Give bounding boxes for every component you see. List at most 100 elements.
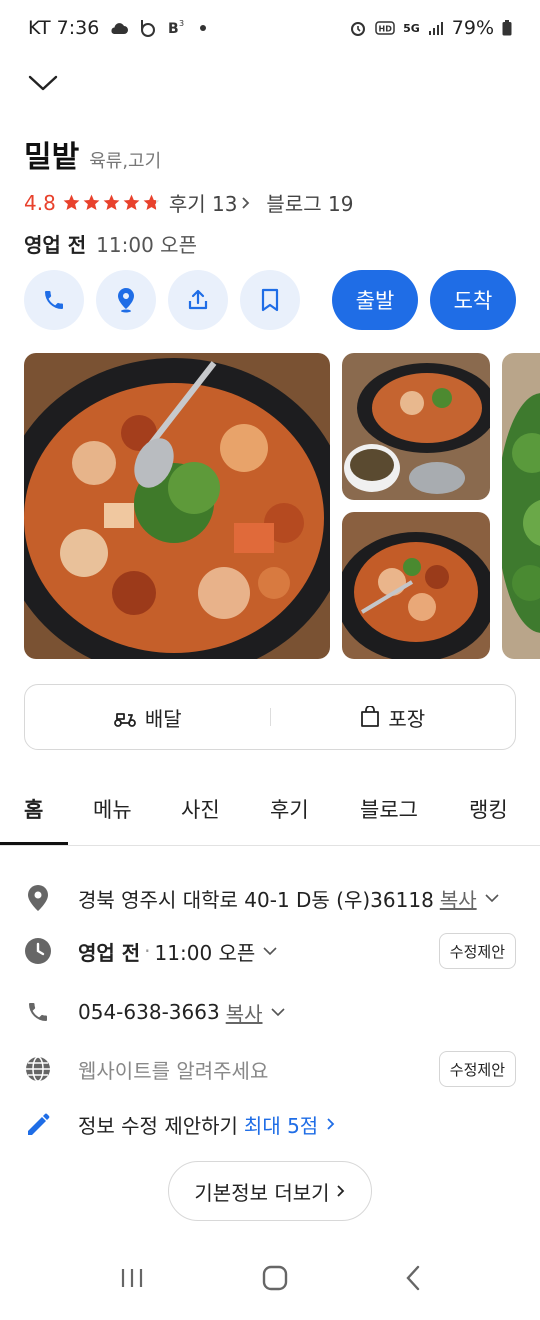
delivery-button[interactable]: 배달 (25, 703, 270, 732)
cloud-icon (109, 21, 129, 35)
signal-icon (428, 20, 444, 36)
network-5g-icon: 5G (403, 21, 420, 35)
bookmark-icon (261, 288, 279, 312)
tab-menu[interactable]: 메뉴 (93, 794, 132, 824)
tab-active-indicator (0, 842, 68, 845)
hd-icon: HD (375, 20, 395, 36)
hours-expand-button[interactable] (263, 946, 277, 956)
hours-info-status: 영업 전 (78, 940, 141, 965)
rating-row: 4.8 후기 13 블로그 19 (24, 188, 516, 217)
chevron-down-icon (28, 74, 58, 96)
photo-thumb-1[interactable] (342, 353, 490, 500)
notification-dot-icon (199, 24, 207, 32)
shopping-bag-icon (361, 706, 380, 727)
svg-text:3: 3 (179, 19, 184, 28)
location-pin-icon (24, 884, 52, 912)
chevron-right-icon (242, 196, 250, 209)
tab-home[interactable]: 홈 (24, 794, 43, 824)
clock-icon (24, 937, 52, 965)
back-button[interactable] (405, 1265, 421, 1295)
edit-suggestion-text: 정보 수정 제안하기 (78, 1113, 238, 1138)
website-row: 웹사이트를 알려주세요 수정제안 (24, 1050, 516, 1088)
globe-icon (24, 1056, 52, 1082)
departure-button[interactable]: 출발 (332, 270, 418, 330)
tab-blog[interactable]: 블로그 (360, 794, 418, 824)
map-pin-icon (118, 288, 134, 313)
edit-suggestion-row[interactable]: 정보 수정 제안하기 최대 5점 (24, 1106, 516, 1142)
status-time: KT 7:36 (28, 17, 100, 39)
system-nav-bar (0, 1240, 540, 1320)
blog-count-link[interactable]: 블로그 19 (266, 188, 353, 217)
tab-ranking[interactable]: 랭킹 (469, 794, 508, 824)
tab-bar: 홈 메뉴 사진 후기 블로그 랭킹 (0, 772, 540, 846)
star-icon (103, 194, 120, 211)
hours-status: 영업 전 (24, 233, 87, 257)
back-icon (406, 1265, 420, 1291)
app-b3-icon: B3 (167, 18, 189, 38)
star-icon (83, 194, 100, 211)
address-expand-button[interactable] (485, 893, 499, 903)
home-button[interactable] (262, 1265, 288, 1295)
review-count-link[interactable]: 후기 13 (169, 188, 253, 217)
edit-suggestion-points: 최대 5점 (243, 1113, 319, 1138)
star-icon (63, 194, 80, 211)
photo-main[interactable] (24, 353, 330, 659)
battery-percent: 79% (451, 17, 494, 39)
place-category: 육류,고기 (89, 151, 162, 172)
rating-value: 4.8 (24, 190, 56, 215)
phone-expand-button[interactable] (270, 1007, 285, 1017)
photo-gallery[interactable] (24, 353, 540, 659)
bookmark-button[interactable] (240, 270, 300, 330)
takeout-label: 포장 (388, 706, 426, 731)
photo-thumb-3[interactable] (502, 353, 540, 659)
home-icon (262, 1265, 288, 1291)
hours-suggest-edit-button[interactable]: 수정제안 (438, 933, 516, 969)
app-b-icon (139, 18, 157, 38)
alarm-icon (349, 19, 367, 37)
chevron-down-icon (485, 894, 499, 903)
pencil-icon (24, 1111, 52, 1137)
hours-open-time: 11:00 오픈 (96, 233, 197, 257)
recent-apps-icon (121, 1269, 142, 1287)
action-bar: 출발 도착 (24, 270, 516, 330)
hours-row: 영업 전 11:00 오픈 (24, 229, 516, 258)
address-row: 경북 영주시 대학로 40-1 D동 (우)36118 복사 (24, 880, 516, 916)
arrival-button[interactable]: 도착 (430, 270, 516, 330)
delivery-label: 배달 (144, 706, 182, 731)
share-icon (188, 289, 208, 310)
address-copy-link[interactable]: 복사 (440, 884, 477, 913)
tab-reviews[interactable]: 후기 (270, 794, 309, 824)
place-header: 밀밭 육류,고기 4.8 후기 13 블로그 19 영업 전 11:00 오픈 (24, 132, 516, 258)
phone-number[interactable]: 054-638-3663 (78, 1000, 220, 1024)
phone-icon (45, 291, 63, 309)
tab-photos[interactable]: 사진 (181, 794, 220, 824)
hours-info-open: 11:00 오픈 (154, 940, 256, 965)
call-button[interactable] (24, 270, 84, 330)
phone-row: 054-638-3663 복사 (24, 994, 516, 1030)
svg-text:B: B (168, 21, 179, 37)
chevron-right-icon (326, 1117, 336, 1131)
star-half-icon (143, 194, 160, 211)
rating-stars (62, 193, 161, 212)
share-button[interactable] (168, 270, 228, 330)
address-text: 경북 영주시 대학로 40-1 D동 (우)36118 (78, 887, 434, 912)
chevron-right-icon (336, 1185, 344, 1197)
takeout-button[interactable]: 포장 (271, 703, 516, 732)
chevron-down-icon (270, 1008, 285, 1017)
chevron-down-icon (263, 947, 277, 956)
recent-apps-button[interactable] (119, 1267, 145, 1293)
star-icon (123, 194, 140, 211)
photo-thumb-2[interactable] (342, 512, 490, 659)
more-info-button[interactable]: 기본정보 더보기 (168, 1161, 372, 1221)
map-location-button[interactable] (96, 270, 156, 330)
phone-copy-link[interactable]: 복사 (226, 998, 263, 1027)
hours-info-row: 영업 전 · 11:00 오픈 수정제안 (24, 932, 516, 970)
more-info-label: 기본정보 더보기 (194, 1180, 330, 1205)
place-name: 밀밭 (24, 140, 80, 175)
phone-icon (24, 1000, 52, 1024)
collapse-button[interactable] (26, 68, 60, 102)
order-options: 배달 포장 (24, 684, 516, 750)
website-suggest-edit-button[interactable]: 수정제안 (438, 1051, 516, 1087)
status-bar: KT 7:36 B3 HD 5G 79% (0, 0, 540, 56)
review-count: 후기 13 (168, 192, 238, 216)
